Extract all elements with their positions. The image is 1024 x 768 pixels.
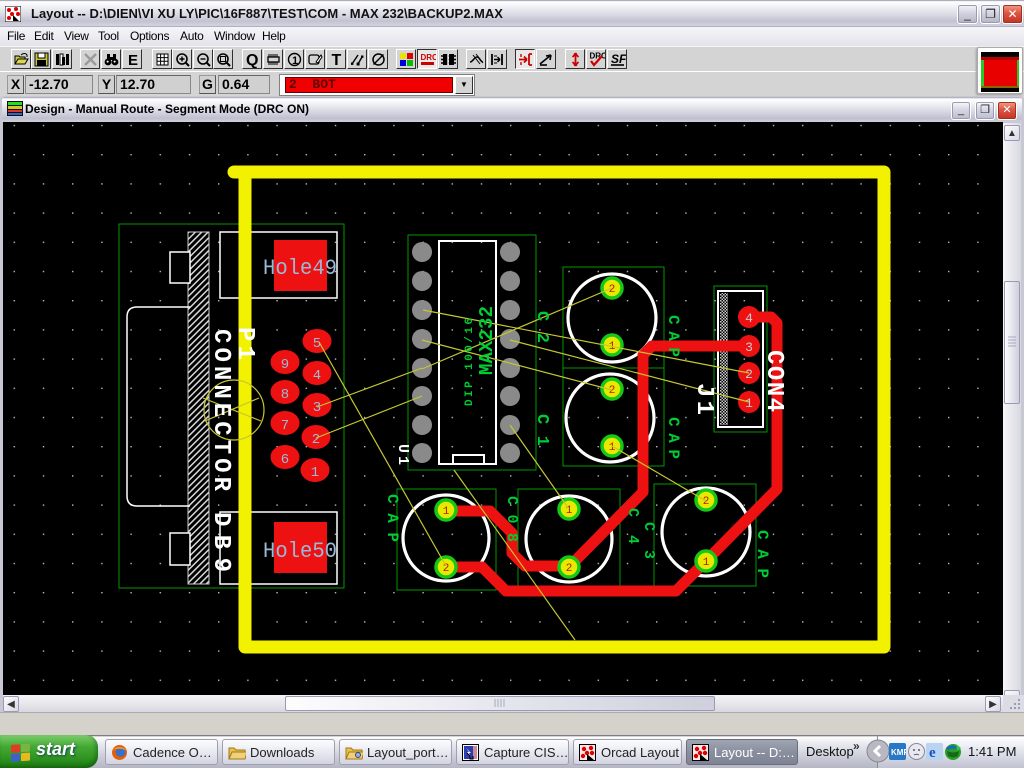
svg-text:1: 1 bbox=[292, 55, 298, 67]
svg-text:2: 2 bbox=[312, 432, 320, 448]
svg-text:2: 2 bbox=[703, 496, 710, 508]
svg-text:3: 3 bbox=[313, 400, 321, 416]
svg-text:CAP: CAP bbox=[753, 530, 771, 578]
svg-text:6: 6 bbox=[281, 452, 289, 468]
svg-text:CONNECTOR: CONNECTOR bbox=[207, 329, 234, 492]
svg-text:T: T bbox=[332, 52, 342, 68]
svg-text:Hole50: Hole50 bbox=[263, 539, 337, 564]
svg-text:4: 4 bbox=[745, 311, 753, 326]
svg-text:1: 1 bbox=[745, 396, 753, 411]
svg-text:9: 9 bbox=[281, 357, 289, 373]
svg-text:CAP: CAP bbox=[664, 417, 682, 459]
svg-text:7: 7 bbox=[281, 418, 289, 434]
svg-text:CAP: CAP bbox=[664, 315, 682, 357]
svg-text:2: 2 bbox=[609, 284, 616, 296]
svg-text:8: 8 bbox=[281, 387, 289, 403]
svg-text:MAX232: MAX232 bbox=[476, 306, 498, 375]
svg-text:2: 2 bbox=[566, 563, 573, 575]
svg-text:1: 1 bbox=[311, 465, 319, 481]
svg-text:CON4: CON4 bbox=[760, 350, 787, 412]
svg-text:e: e bbox=[929, 745, 936, 760]
svg-text:2: 2 bbox=[745, 367, 753, 382]
svg-text:CAP: CAP bbox=[383, 494, 401, 542]
svg-text:KMP: KMP bbox=[891, 748, 906, 757]
svg-text:2: 2 bbox=[609, 385, 616, 397]
svg-text:DB9: DB9 bbox=[207, 512, 234, 572]
svg-text:E: E bbox=[128, 52, 138, 68]
svg-text:1: 1 bbox=[703, 557, 710, 569]
svg-text:Hole49: Hole49 bbox=[263, 256, 337, 281]
svg-text:3: 3 bbox=[745, 340, 753, 355]
svg-text:DRC: DRC bbox=[590, 52, 606, 61]
svg-text:Q: Q bbox=[246, 52, 258, 68]
svg-text:1: 1 bbox=[443, 506, 450, 518]
svg-text:SF: SF bbox=[611, 52, 626, 66]
svg-text:4: 4 bbox=[313, 368, 321, 384]
svg-text:DRC: DRC bbox=[421, 53, 437, 62]
svg-text:C08: C08 bbox=[503, 496, 520, 542]
